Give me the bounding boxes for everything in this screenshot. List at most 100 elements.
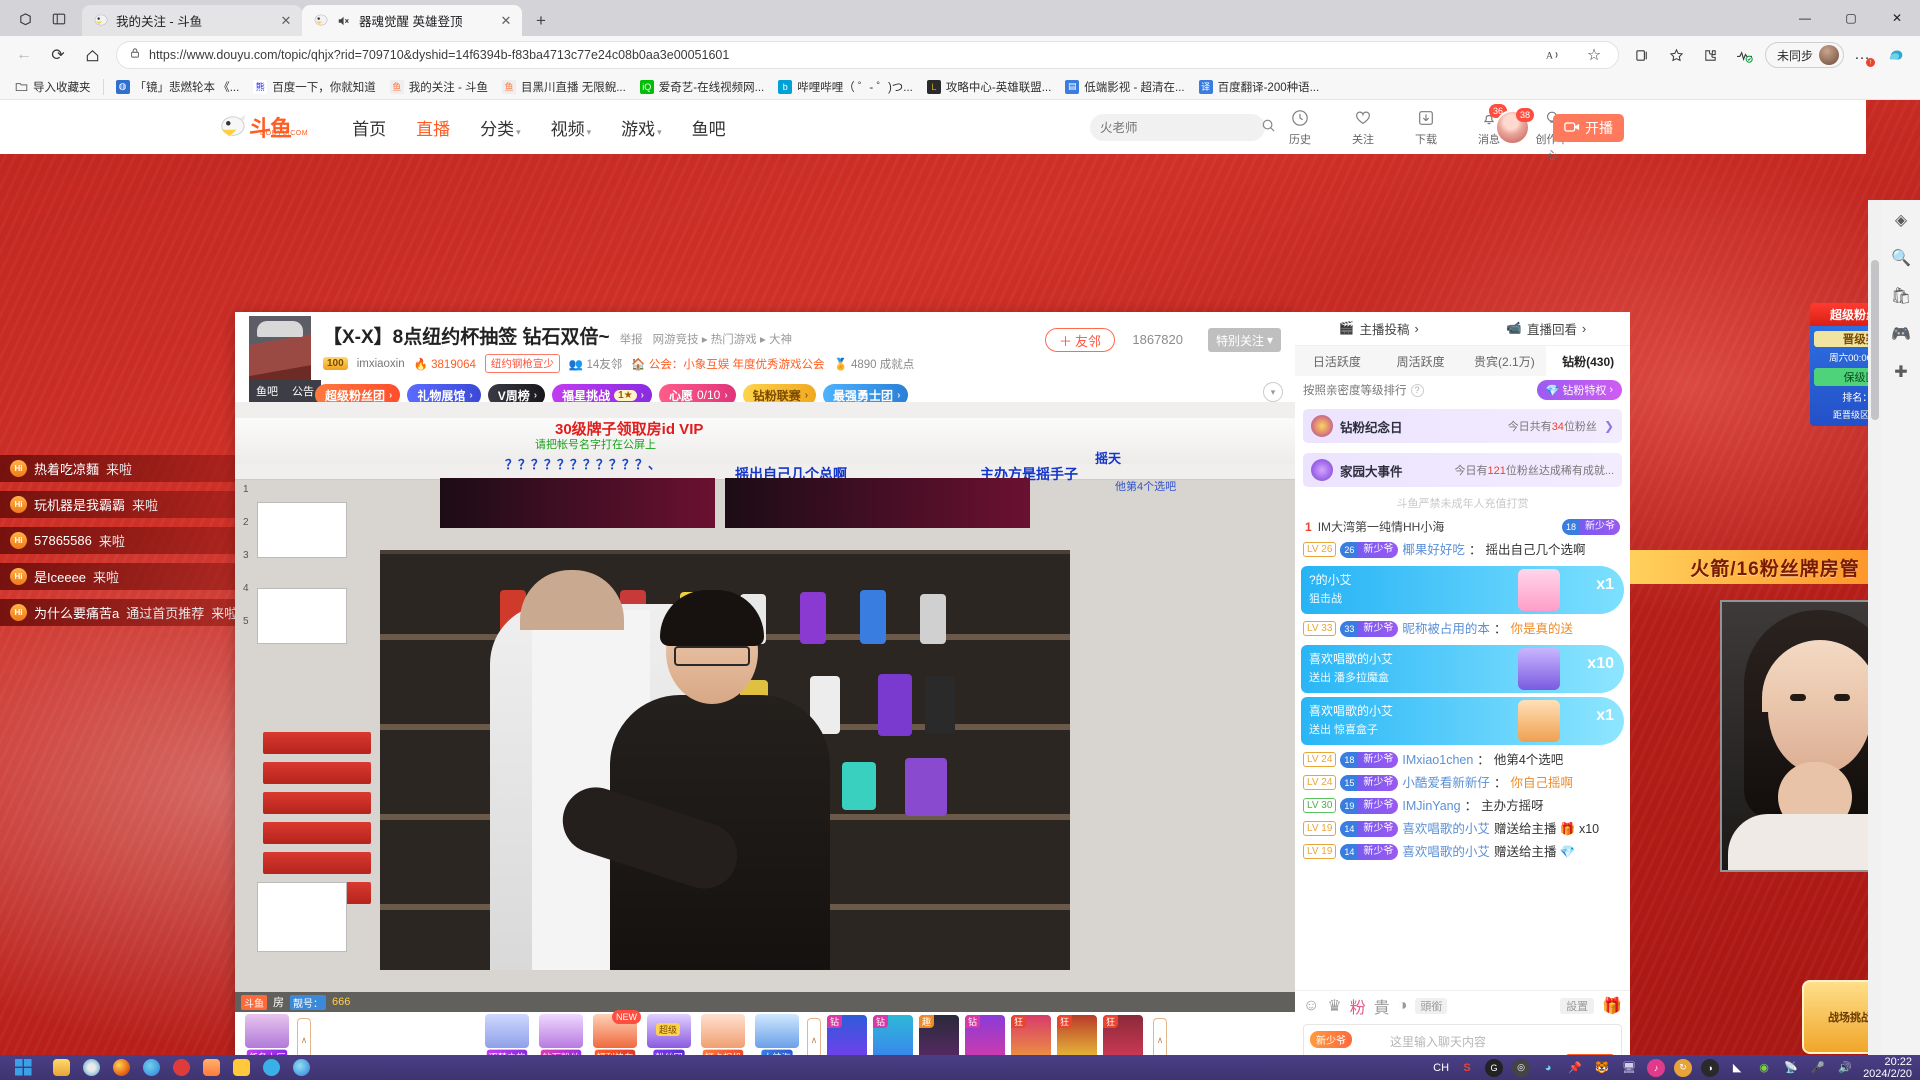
chat-message-list[interactable]: 1 IM大湾第一纯情HH小海 18 新少爷 LV 26 26 新少爷 椰果好好吃 ：…	[1295, 514, 1630, 990]
chat-username[interactable]: IMxiao1chen	[1402, 752, 1473, 769]
fans-icon[interactable]: 粉	[1350, 994, 1366, 1018]
gift-box-6[interactable]: 狂	[1103, 1015, 1143, 1055]
help-icon[interactable]: ?	[1410, 383, 1424, 397]
copilot-icon[interactable]	[1880, 39, 1912, 71]
taskbar-browser-icon[interactable]	[76, 1055, 106, 1080]
gift-box-5[interactable]: 狂	[1057, 1015, 1097, 1055]
netease-tray-icon[interactable]: ♪	[1647, 1058, 1666, 1077]
gift-box-3[interactable]: 钻	[965, 1015, 1005, 1055]
chat-username[interactable]: 椰果好好吃	[1402, 542, 1465, 559]
tab-search-icon[interactable]	[8, 2, 42, 36]
favorites-bar-icon[interactable]	[1661, 39, 1693, 71]
report-link[interactable]: 举报	[620, 331, 643, 347]
dish-icon[interactable]: 📡	[1782, 1059, 1800, 1077]
sync-status-button[interactable]: 未同步	[1764, 42, 1844, 68]
search-input[interactable]	[1100, 120, 1261, 135]
bookmark-7[interactable]: L 攻略中心-英雄联盟...	[921, 77, 1057, 97]
taskbar-explorer-icon[interactable]	[46, 1055, 76, 1080]
slide-thumbnail[interactable]	[257, 588, 347, 644]
privilege-button[interactable]: 💎 钻粉特权 ›	[1536, 380, 1622, 400]
minimize-button[interactable]: —	[1782, 0, 1828, 36]
forum-tag[interactable]: 鱼吧	[249, 380, 285, 402]
bookmark-1[interactable]: ◍ 「镜」悲燃轮本 《...	[110, 77, 246, 97]
page-scrollbar[interactable]	[1868, 200, 1882, 1055]
gift-box-4[interactable]: 狂	[1011, 1015, 1051, 1055]
gift-box-2[interactable]: 趣	[919, 1015, 959, 1055]
games-icon[interactable]: 🎮	[1889, 322, 1913, 346]
event-banner-0[interactable]: 钻粉纪念日 今日共有34位粉丝 ❯	[1303, 409, 1622, 443]
settings-more-icon[interactable]: … ↑	[1846, 39, 1878, 71]
bookmark-import[interactable]: 导入收藏夹	[8, 77, 97, 97]
pin-icon[interactable]: 📌	[1566, 1059, 1584, 1077]
gift-box-1[interactable]: 钻	[873, 1015, 913, 1055]
g-icon[interactable]: G	[1485, 1058, 1504, 1077]
tab-1[interactable]: 器魂觉醒 英雄登顶 ✕	[302, 5, 522, 36]
bookmark-8[interactable]: ▤ 低端影视 - 超清在...	[1059, 77, 1190, 97]
steam-icon[interactable]: ◕	[1539, 1059, 1557, 1077]
nav-item-home[interactable]: 首页	[352, 115, 386, 140]
performance-icon[interactable]	[1729, 39, 1761, 71]
chat-input-placeholder[interactable]: 这里输入聊天内容	[1390, 1033, 1486, 1050]
close-icon[interactable]: ✕	[278, 13, 294, 29]
event-banner-1[interactable]: 家园大事件 今日有121位粉丝达成稀有成就...	[1303, 453, 1622, 487]
slide-thumbnail[interactable]	[257, 882, 347, 952]
tab-vip[interactable]: 贵宾(2.1万)	[1463, 346, 1547, 376]
camera-icon[interactable]: ◎	[1512, 1058, 1531, 1077]
follow-button[interactable]: 特别关注 ▾	[1207, 328, 1281, 352]
add-friend-button[interactable]: ＋友邻	[1044, 328, 1115, 352]
favorite-star-icon[interactable]: ☆	[1578, 39, 1610, 71]
search-icon[interactable]	[1261, 118, 1276, 138]
monitor-icon[interactable]: 🖥	[1620, 1059, 1638, 1077]
close-window-button[interactable]: ✕	[1874, 0, 1920, 36]
expand-right-icon[interactable]: ∧	[807, 1018, 821, 1055]
home-icon[interactable]	[76, 39, 108, 71]
settings-icon[interactable]: 設置	[1560, 997, 1595, 1014]
bookmark-5[interactable]: iQ 爱奇艺-在线视频网...	[634, 77, 770, 97]
sync-icon[interactable]: ↻	[1674, 1058, 1693, 1077]
chat-username[interactable]: 喜欢唱歌的小艾	[1402, 821, 1490, 838]
emoji-icon[interactable]: ☺	[1303, 997, 1319, 1015]
chat-username[interactable]: 小酷爱看新新仔	[1402, 775, 1490, 792]
anchor-tag[interactable]: 纽约钢枪宣少	[484, 354, 560, 373]
taskbar-qq-icon[interactable]	[256, 1055, 286, 1080]
gift-0[interactable]: 逐梦之旅	[483, 1014, 531, 1055]
tab-weekly-activity[interactable]: 周活跃度	[1379, 346, 1463, 376]
back-icon[interactable]: ←	[8, 39, 40, 71]
gift-1[interactable]: 钻石粉丝	[537, 1014, 585, 1055]
taskbar-firefox-icon[interactable]	[106, 1055, 136, 1080]
nv-icon[interactable]: ◣	[1728, 1059, 1746, 1077]
go-live-button[interactable]: 开播	[1553, 114, 1624, 142]
tab-daily-activity[interactable]: 日活跃度	[1295, 346, 1379, 376]
close-icon[interactable]: ✕	[498, 13, 514, 29]
bookmark-3[interactable]: 鱼我的关注 - 斗鱼	[384, 77, 494, 97]
address-bar[interactable]: https://www.douyu.com/topic/qhjx?rid=709…	[116, 41, 1619, 69]
extensions-icon[interactable]	[1695, 39, 1727, 71]
user-avatar[interactable]: 38	[1495, 108, 1534, 145]
expand-left-icon[interactable]: ∧	[297, 1018, 311, 1055]
tab-0[interactable]: 我的关注 - 斗鱼 ✕	[82, 5, 302, 36]
mic-icon[interactable]: 🎤	[1809, 1059, 1827, 1077]
search-box[interactable]	[1090, 114, 1275, 141]
refresh-icon[interactable]: ⟳	[42, 39, 74, 71]
anchor-post-link[interactable]: 🎬 主播投稿 ›	[1295, 312, 1463, 345]
gift-5[interactable]: 大航海	[753, 1014, 801, 1055]
taskbar-edge2-icon[interactable]	[286, 1055, 316, 1080]
read-aloud-icon[interactable]: A	[1538, 39, 1570, 71]
gift-task-hall[interactable]: 任务大厅	[243, 1014, 291, 1055]
bookmark-2[interactable]: 熊百度一下，你就知道	[247, 77, 382, 97]
copilot-icon[interactable]: ◈	[1889, 208, 1913, 232]
video-player[interactable]: 30级牌子领取房id VIP 请把帐号名字打在公屏上 ？？？？？？？？？？？、 …	[235, 402, 1295, 1012]
nav-item-live[interactable]: 直播	[416, 115, 450, 140]
obs-icon[interactable]: ◑	[1701, 1058, 1720, 1077]
taskbar-edge-icon[interactable]	[136, 1055, 166, 1080]
nav-item-category[interactable]: 分类 ▾	[480, 115, 521, 140]
guild-info[interactable]: 🏠 公会：小象互娱 年度优秀游戏公会	[631, 356, 824, 372]
collapse-icon[interactable]: ▾	[1263, 382, 1283, 402]
chat-username[interactable]: 昵称被占用的本	[1402, 621, 1490, 638]
chat-username[interactable]: IMJinYang	[1402, 798, 1460, 815]
tab-diamond-fans[interactable]: 钻粉(430)	[1546, 346, 1630, 376]
taskbar-chat-icon[interactable]	[226, 1055, 256, 1080]
mute-icon[interactable]	[336, 13, 352, 29]
maximize-button[interactable]: ▢	[1828, 0, 1874, 36]
search-icon[interactable]: 🔍	[1889, 246, 1913, 270]
